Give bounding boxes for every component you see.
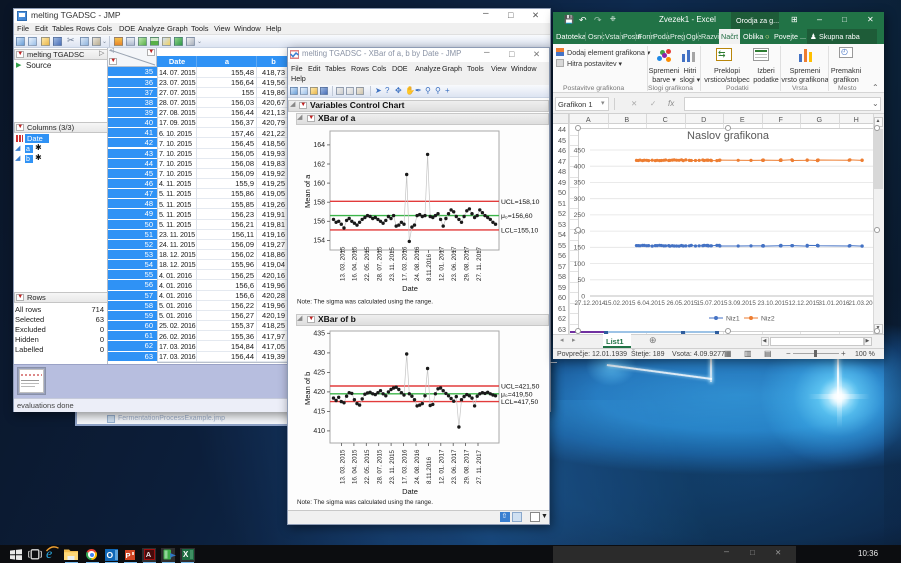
svg-text:50: 50 — [577, 277, 585, 284]
svg-text:24. 08. 2016: 24. 08. 2016 — [414, 449, 421, 484]
svg-text:Niz1: Niz1 — [726, 316, 740, 323]
svg-text:13. 03. 2015: 13. 03. 2015 — [339, 246, 346, 281]
svg-text:16. 04. 2015: 16. 04. 2015 — [352, 449, 359, 484]
svg-text:430: 430 — [313, 350, 325, 357]
svg-text:27. 11. 2017: 27. 11. 2017 — [476, 449, 483, 484]
svg-text:158: 158 — [313, 200, 325, 207]
svg-text:LCL=417,50: LCL=417,50 — [501, 399, 538, 406]
svg-text:250: 250 — [574, 212, 586, 219]
svg-text:3.09.2015: 3.09.2015 — [728, 300, 756, 307]
svg-text:8.11.2016: 8.11.2016 — [426, 456, 433, 484]
svg-text:μ₀=419,50: μ₀=419,50 — [501, 391, 533, 398]
svg-text:LCL=155,10: LCL=155,10 — [501, 227, 538, 234]
svg-text:420: 420 — [313, 389, 325, 396]
svg-text:μ₀=156,60: μ₀=156,60 — [501, 213, 533, 220]
svg-text:Date: Date — [402, 284, 418, 293]
svg-text:27.12.2014: 27.12.2014 — [575, 300, 607, 307]
svg-text:350: 350 — [574, 180, 586, 187]
svg-text:154: 154 — [313, 238, 325, 245]
svg-text:8.11.2016: 8.11.2016 — [426, 253, 433, 281]
svg-text:UCL=421,50: UCL=421,50 — [501, 384, 540, 391]
svg-text:UCL=158,10: UCL=158,10 — [501, 199, 540, 206]
svg-text:300: 300 — [574, 196, 586, 203]
svg-text:12. 01. 2017: 12. 01. 2017 — [439, 449, 446, 484]
svg-text:27. 11. 2017: 27. 11. 2017 — [476, 246, 483, 281]
svg-text:16. 04. 2015: 16. 04. 2015 — [352, 246, 359, 281]
svg-text:15.02.2015: 15.02.2015 — [605, 300, 637, 307]
svg-text:12. 01. 2017: 12. 01. 2017 — [439, 246, 446, 281]
svg-text:Note: The sigma was calculated: Note: The sigma was calculated using the… — [297, 499, 433, 506]
svg-text:23. 11. 2015: 23. 11. 2015 — [389, 246, 396, 281]
svg-text:162: 162 — [313, 161, 325, 168]
svg-text:29. 08. 2017: 29. 08. 2017 — [463, 449, 470, 484]
svg-text:17. 03. 2016: 17. 03. 2016 — [401, 449, 408, 484]
svg-text:28. 07. 2015: 28. 07. 2015 — [377, 449, 384, 484]
svg-text:164: 164 — [313, 142, 325, 149]
svg-text:100: 100 — [574, 261, 586, 268]
svg-text:23.10.2015: 23.10.2015 — [758, 300, 790, 307]
svg-text:28. 07. 2015: 28. 07. 2015 — [377, 246, 384, 281]
svg-text:425: 425 — [313, 370, 325, 377]
svg-text:400: 400 — [574, 164, 586, 171]
svg-text:31.01.2016: 31.01.2016 — [819, 300, 851, 307]
svg-text:160: 160 — [313, 180, 325, 187]
svg-text:Niz2: Niz2 — [761, 316, 775, 323]
svg-text:12.12.2015: 12.12.2015 — [789, 300, 821, 307]
svg-text:23. 11. 2015: 23. 11. 2015 — [389, 449, 396, 484]
svg-text:15.07.2015: 15.07.2015 — [697, 300, 729, 307]
svg-text:Mean of a: Mean of a — [303, 174, 312, 208]
svg-text:415: 415 — [313, 409, 325, 416]
svg-text:22. 05. 2015: 22. 05. 2015 — [364, 246, 371, 281]
svg-text:Date: Date — [402, 487, 418, 496]
svg-text:23. 06. 2017: 23. 06. 2017 — [451, 246, 458, 281]
svg-text:24. 08. 2016: 24. 08. 2016 — [414, 246, 421, 281]
svg-text:150: 150 — [574, 245, 586, 252]
svg-text:23. 06. 2017: 23. 06. 2017 — [451, 449, 458, 484]
svg-text:6.04.2015: 6.04.2015 — [637, 300, 665, 307]
svg-text:29. 08. 2017: 29. 08. 2017 — [463, 246, 470, 281]
svg-text:Mean of b: Mean of b — [303, 372, 312, 405]
svg-text:22. 05. 2015: 22. 05. 2015 — [364, 449, 371, 484]
svg-text:Note: The sigma was calculated: Note: The sigma was calculated using the… — [297, 299, 433, 306]
svg-text:410: 410 — [313, 428, 325, 435]
svg-text:17. 03. 2016: 17. 03. 2016 — [401, 246, 408, 281]
svg-text:26.05.2015: 26.05.2015 — [667, 300, 699, 307]
svg-text:450: 450 — [574, 147, 586, 154]
svg-text:156: 156 — [313, 219, 325, 226]
svg-text:13. 03. 2015: 13. 03. 2015 — [339, 449, 346, 484]
svg-text:435: 435 — [313, 331, 325, 338]
